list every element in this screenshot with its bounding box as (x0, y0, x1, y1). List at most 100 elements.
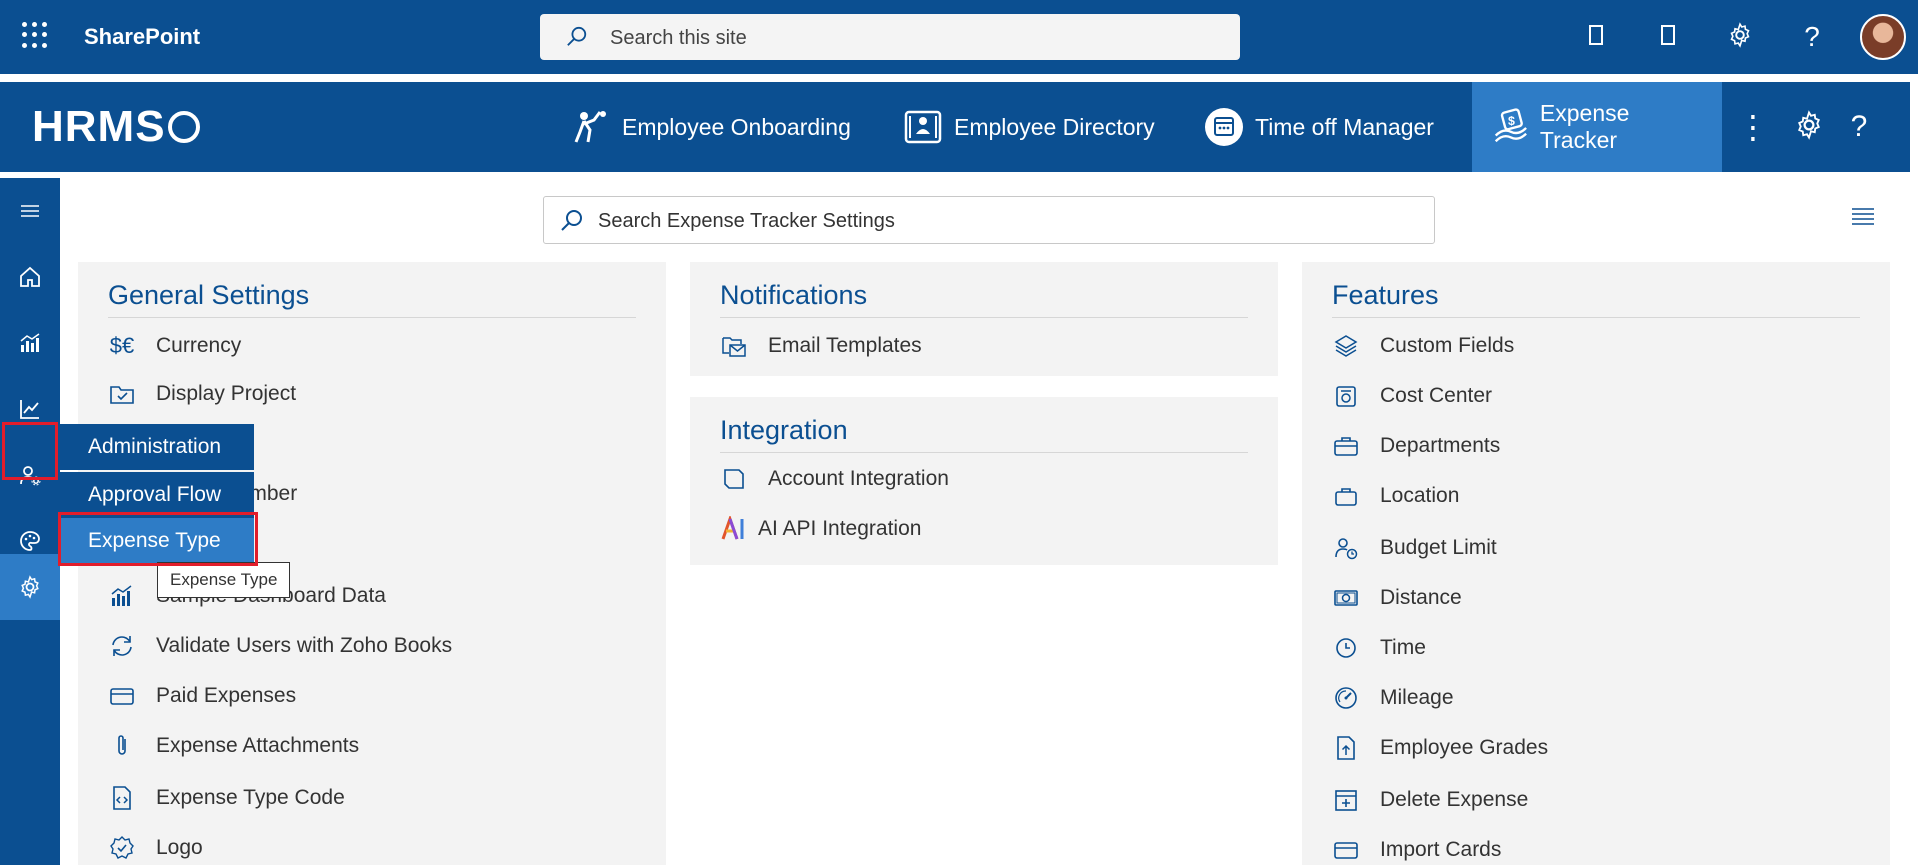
setting-account-integration[interactable]: Account Integration (720, 461, 949, 497)
setting-email-templates[interactable]: Email Templates (720, 328, 922, 364)
tablet-icon[interactable] (1654, 22, 1682, 52)
setting-label: Distance (1380, 586, 1462, 609)
settings-search-input[interactable]: Search Expense Tracker Settings (543, 196, 1435, 244)
flyout-label: Approval Flow (88, 483, 222, 506)
hrms-logo[interactable]: HRMS (32, 102, 200, 152)
setting-label: Paid Expenses (156, 684, 297, 707)
nav-time-off-manager[interactable]: Time off Manager (1185, 82, 1452, 172)
help-icon[interactable]: ? (1798, 22, 1826, 52)
app-settings-gear-icon[interactable] (1792, 110, 1826, 144)
card-icon (1332, 836, 1360, 864)
left-sidebar (0, 178, 60, 865)
divider (720, 317, 1248, 318)
gear-icon[interactable] (1726, 22, 1754, 52)
feature-import-cards[interactable]: Import Cards (1332, 832, 1501, 868)
onboarding-icon (574, 111, 606, 143)
nav-label: Expense Tracker (1539, 100, 1630, 153)
paperclip-icon (108, 732, 136, 760)
email-folder-icon (720, 332, 748, 360)
setting-label: Cost Center (1380, 384, 1493, 407)
setting-label: Mileage (1380, 686, 1454, 709)
setting-label: Account Integration (768, 467, 949, 490)
nav-employee-directory[interactable]: Employee Directory (884, 82, 1173, 172)
app-launcher-icon[interactable] (22, 22, 48, 48)
setting-currency[interactable]: $€ Currency (108, 328, 241, 364)
setting-label: Currency (156, 334, 242, 357)
feature-custom-fields[interactable]: Custom Fields (1332, 328, 1514, 364)
notifications-card: Notifications Email Templates (690, 262, 1278, 376)
sharepoint-brand[interactable]: SharePoint (84, 24, 200, 50)
highlight-expense-type (58, 512, 258, 566)
search-icon (567, 26, 587, 46)
integration-card: Integration Account Integration AI API I… (690, 397, 1278, 565)
nav-employee-onboarding[interactable]: Employee Onboarding (552, 82, 869, 172)
clock-icon (1332, 634, 1360, 662)
list-view-icon[interactable] (1852, 208, 1874, 226)
badge-check-icon (108, 834, 136, 862)
hrms-logo-mark (167, 111, 200, 143)
setting-paid-expenses[interactable]: Paid Expenses (108, 678, 296, 714)
integration-title: Integration (720, 415, 848, 445)
nav-label: Employee Onboarding (622, 113, 851, 140)
features-card: Features Custom Fields Cost Center Depar… (1302, 262, 1890, 865)
folder-check-icon (108, 380, 136, 408)
sync-icon (108, 632, 136, 660)
site-search-box[interactable]: Search this site (540, 14, 1240, 60)
speedometer-icon (1332, 684, 1360, 712)
dashboard-chart-icon[interactable] (0, 310, 60, 376)
sharepoint-topbar: SharePoint Search this site ? (0, 0, 1918, 74)
document-icon (720, 465, 748, 493)
setting-expense-type-code[interactable]: Expense Type Code (108, 780, 345, 816)
setting-label: Employee Grades (1380, 736, 1549, 759)
feature-time[interactable]: Time (1332, 630, 1426, 666)
feature-mileage[interactable]: Mileage (1332, 680, 1454, 716)
flyout-administration[interactable]: Administration (60, 424, 254, 470)
search-icon (561, 210, 582, 231)
feature-budget-limit[interactable]: Budget Limit (1332, 530, 1497, 566)
setting-validate-users-zoho[interactable]: Validate Users with Zoho Books (108, 628, 452, 664)
setting-expense-attachments[interactable]: Expense Attachments (108, 728, 359, 764)
hrms-appbar: HRMS Employee Onboarding Employee Direct… (0, 82, 1910, 172)
setting-label: Import Cards (1380, 838, 1502, 861)
feature-delete-expense[interactable]: Delete Expense (1332, 782, 1528, 818)
setting-display-project[interactable]: Display Project (108, 376, 296, 412)
feature-distance[interactable]: Distance (1332, 580, 1462, 616)
divider (108, 317, 636, 318)
calendar-plus-icon (1332, 786, 1360, 814)
setting-label: Display Project (156, 382, 297, 405)
general-settings-title: General Settings (108, 280, 310, 310)
home-icon[interactable] (0, 244, 60, 310)
card-icon (108, 682, 136, 710)
calendar-icon (1205, 108, 1243, 146)
setting-label: AI API Integration (758, 517, 922, 540)
setting-label: Location (1380, 484, 1460, 507)
nav-expense-tracker[interactable]: $ Expense Tracker (1472, 82, 1722, 172)
expense-icon: $ (1494, 108, 1527, 143)
app-help-icon[interactable]: ? (1842, 110, 1876, 144)
more-options-icon[interactable]: ⋮ (1736, 110, 1770, 144)
divider (720, 452, 1248, 453)
setting-label: Budget Limit (1380, 536, 1497, 559)
suitcase-icon (1332, 482, 1360, 510)
hamburger-menu-icon[interactable] (0, 178, 60, 244)
settings-search-placeholder: Search Expense Tracker Settings (598, 210, 895, 232)
setting-ai-api-integration[interactable]: AI API Integration (720, 511, 921, 547)
feature-location[interactable]: Location (1332, 478, 1459, 514)
feature-cost-center[interactable]: Cost Center (1332, 378, 1492, 414)
dashboard-chart-icon (108, 582, 136, 610)
flyout-label: Administration (88, 435, 222, 458)
feature-departments[interactable]: Departments (1332, 428, 1500, 464)
notifications-title: Notifications (720, 280, 868, 310)
feature-employee-grades[interactable]: Employee Grades (1332, 730, 1548, 766)
setting-logo[interactable]: Logo (108, 830, 203, 866)
setting-label: Email Templates (768, 334, 922, 357)
settings-gear-icon[interactable] (0, 554, 60, 620)
code-file-icon (108, 784, 136, 812)
setting-label: Custom Fields (1380, 334, 1515, 357)
features-title: Features (1332, 280, 1439, 310)
briefcase-icon (1332, 432, 1360, 460)
device-icon[interactable] (1582, 22, 1610, 52)
ai-logo-icon (720, 515, 748, 543)
setting-label: Expense Attachments (156, 734, 360, 757)
user-avatar[interactable] (1860, 14, 1906, 60)
